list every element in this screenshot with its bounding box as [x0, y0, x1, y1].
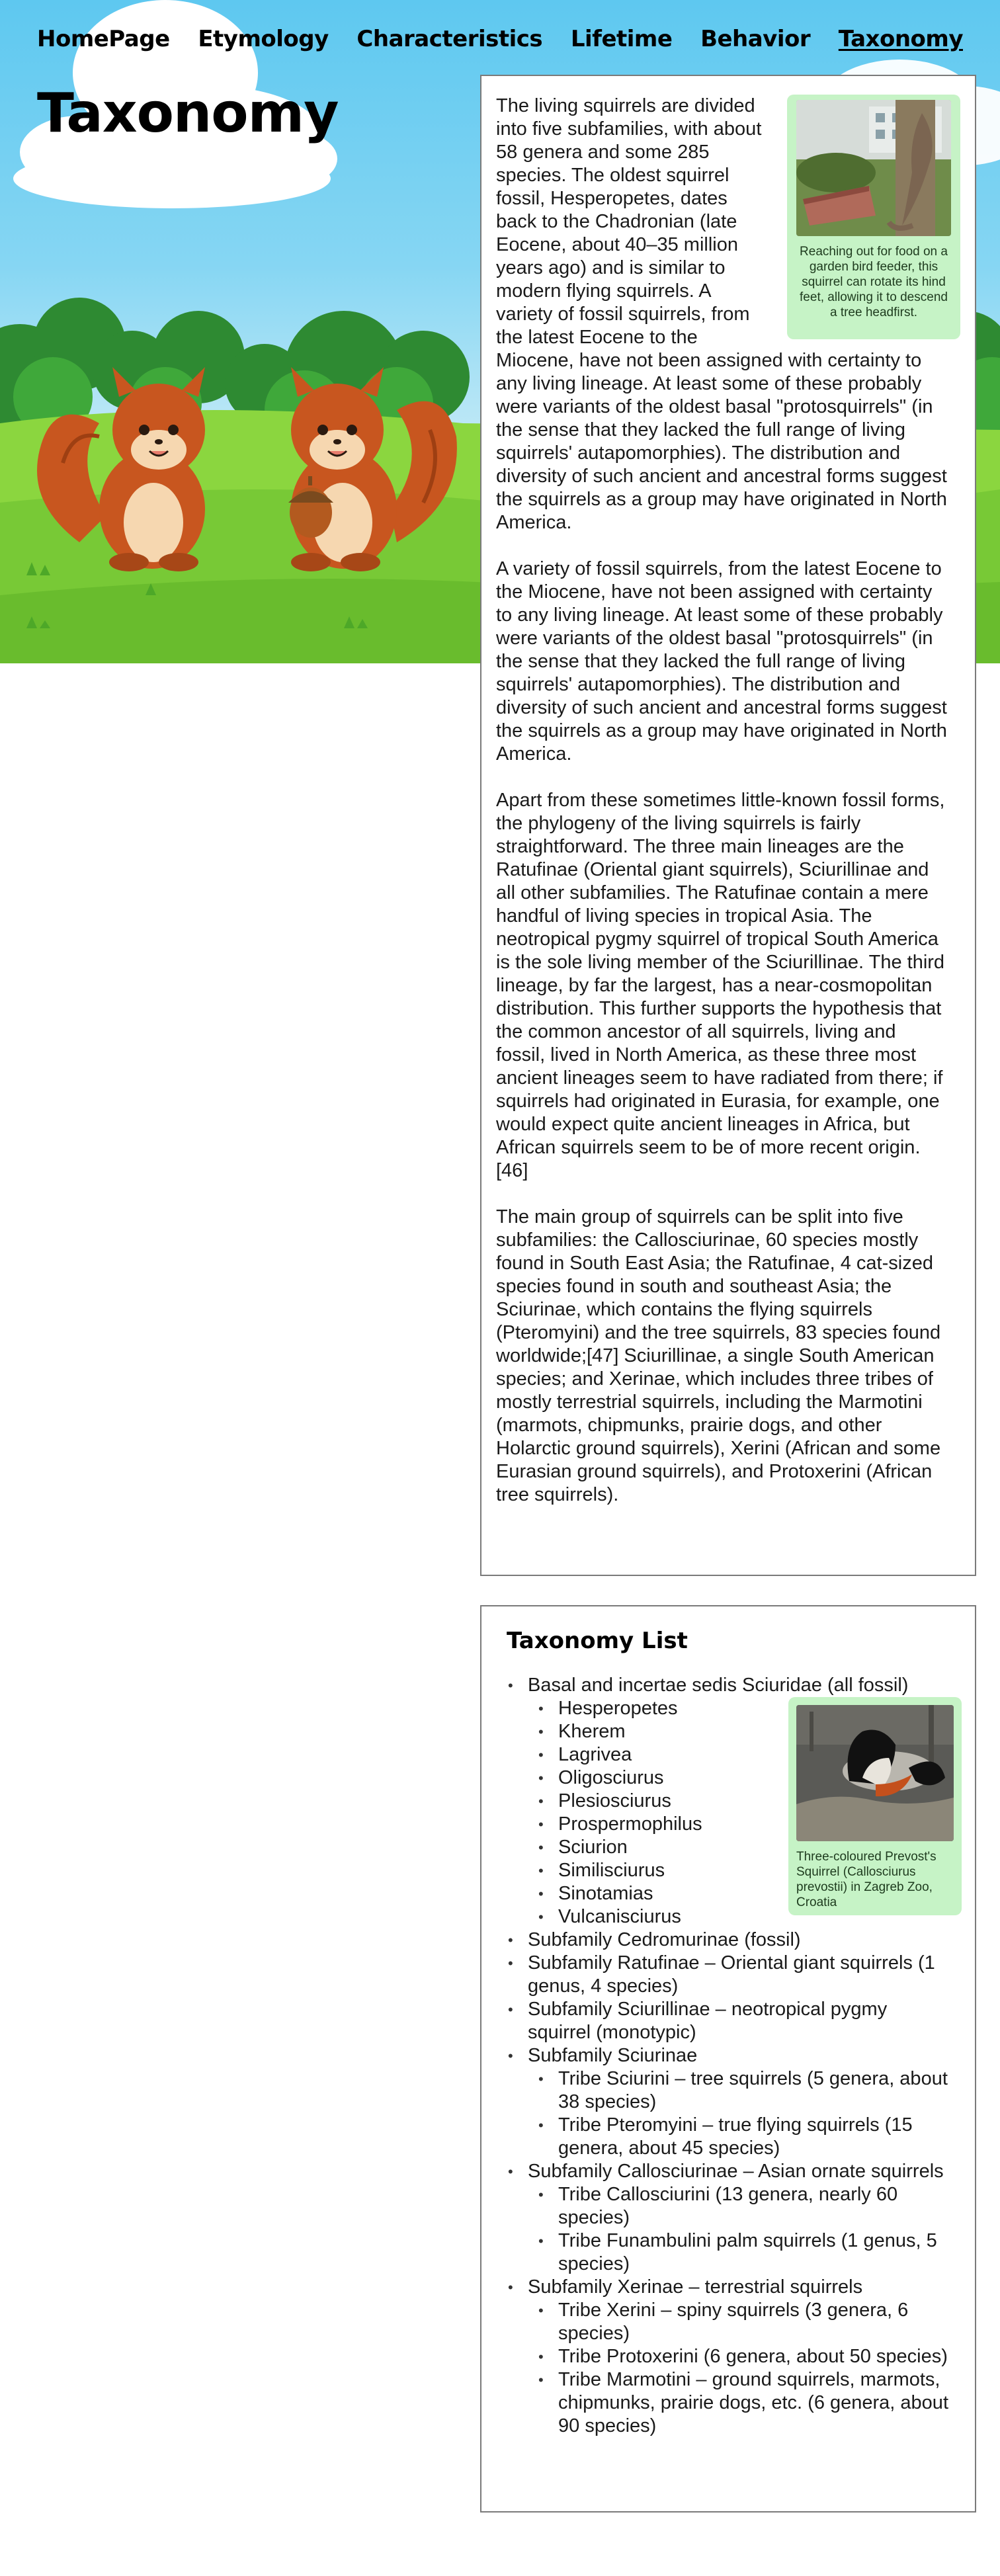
sublist: Hesperopetes Kherem Lagrivea Oligosciuru…: [528, 1697, 948, 1929]
nav-taxonomy[interactable]: Taxonomy: [839, 26, 964, 52]
article-paragraph: A variety of fossil squirrels, from the …: [496, 558, 947, 765]
squirrel-photo: [796, 100, 951, 236]
article-figure: Reaching out for food on a garden bird f…: [787, 95, 960, 339]
list-item-label: Subfamily Sciurinae: [528, 2045, 698, 2066]
list-item: Plesiosciurus: [538, 1790, 948, 1813]
list-item-label: Basal and incertae sedis Sciuridae (all …: [528, 1675, 909, 1696]
list-item: Tribe Marmotini – ground squirrels, marm…: [538, 2368, 948, 2438]
list-item: Subfamily Ratufinae – Oriental giant squ…: [508, 1952, 948, 1998]
page-title: Taxonomy: [37, 82, 339, 145]
list-item: Vulcanisciurus: [538, 1905, 948, 1929]
list-item: Hesperopetes: [538, 1697, 948, 1720]
list-item: Basal and incertae sedis Sciuridae (all …: [508, 1674, 962, 1929]
article-paragraph: The main group of squirrels can be split…: [496, 1206, 941, 1505]
list-item: Kherem: [538, 1720, 948, 1743]
sublist: Tribe Sciurini – tree squirrels (5 gener…: [528, 2067, 948, 2160]
nav-characteristics[interactable]: Characteristics: [356, 26, 542, 52]
article-paragraph: Apart from these sometimes little-known …: [496, 790, 945, 1181]
top-navigation: HomePage Etymology Characteristics Lifet…: [37, 22, 964, 56]
list-item: Tribe Protoxerini (6 genera, about 50 sp…: [538, 2345, 948, 2368]
list-item: Tribe Callosciurini (13 genera, nearly 6…: [538, 2183, 948, 2229]
taxonomy-list-heading: Taxonomy List: [507, 1628, 688, 1654]
list-item: Oligosciurus: [538, 1766, 948, 1790]
taxonomy-list-card: Taxonomy List Basal and incertae sedis S…: [480, 1605, 976, 2513]
list-item: Subfamily Cedromurinae (fossil): [508, 1929, 948, 1952]
nav-behavior[interactable]: Behavior: [700, 26, 811, 52]
nav-homepage[interactable]: HomePage: [37, 26, 170, 52]
bird-feeder-photo: [796, 100, 951, 236]
list-item: Tribe Pteromyini – true flying squirrels…: [538, 2114, 948, 2160]
taxonomy-list: Basal and incertae sedis Sciuridae (all …: [507, 1674, 962, 2438]
list-item: Tribe Funambulini palm squirrels (1 genu…: [538, 2229, 948, 2276]
nav-etymology[interactable]: Etymology: [198, 26, 329, 52]
article-figure-caption: Reaching out for food on a garden bird f…: [800, 245, 948, 319]
list-item: Subfamily Sciurillinae – neotropical pyg…: [508, 1998, 948, 2044]
list-item: Lagrivea: [538, 1743, 948, 1766]
nav-lifetime[interactable]: Lifetime: [571, 26, 673, 52]
sublist: Tribe Xerini – spiny squirrels (3 genera…: [528, 2299, 948, 2438]
list-item: Subfamily Sciurinae Tribe Sciurini – tre…: [508, 2044, 948, 2160]
taxonomy-article: Reaching out for food on a garden bird f…: [480, 75, 976, 1576]
sublist: Tribe Callosciurini (13 genera, nearly 6…: [528, 2183, 948, 2276]
list-item-label: Subfamily Callosciurinae – Asian ornate …: [528, 2161, 944, 2182]
list-item: Tribe Sciurini – tree squirrels (5 gener…: [538, 2067, 948, 2114]
list-item: Sinotamias: [538, 1882, 948, 1905]
list-item-label: Subfamily Xerinae – terrestrial squirrel…: [528, 2276, 863, 2298]
list-item: Tribe Xerini – spiny squirrels (3 genera…: [538, 2299, 948, 2345]
list-item: Subfamily Xerinae – terrestrial squirrel…: [508, 2276, 948, 2438]
list-item: Similisciurus: [538, 1859, 948, 1882]
list-item: Subfamily Callosciurinae – Asian ornate …: [508, 2160, 948, 2276]
list-item: Prospermophilus: [538, 1813, 948, 1836]
list-item: Sciurion: [538, 1836, 948, 1859]
